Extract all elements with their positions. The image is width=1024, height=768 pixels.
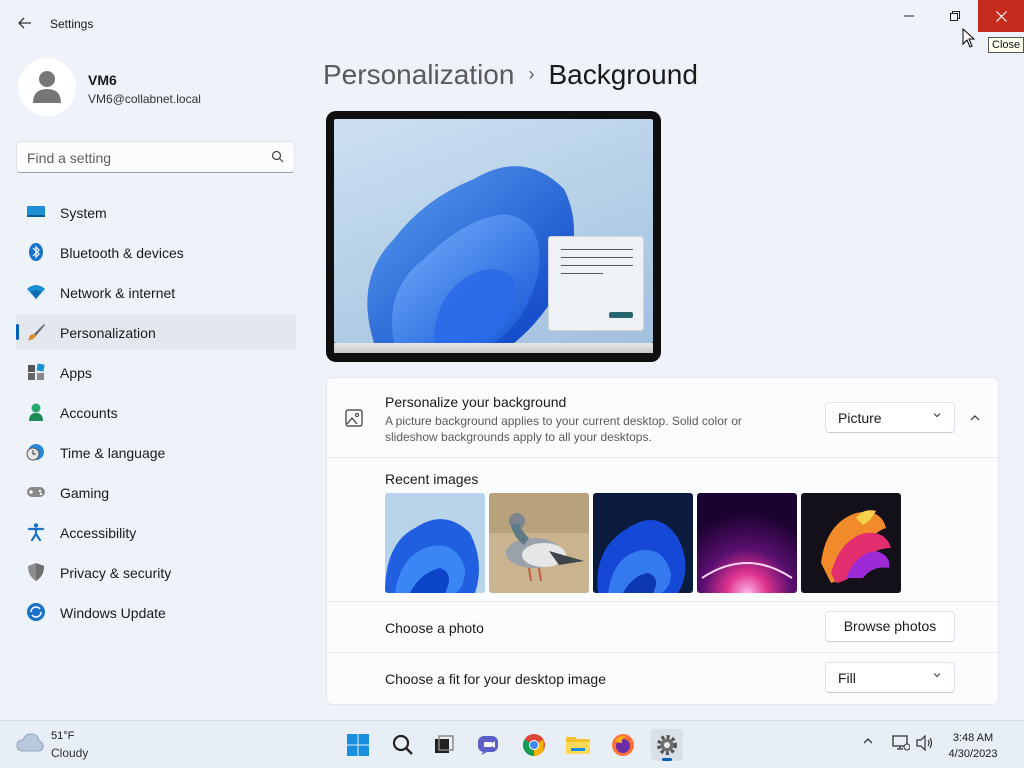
sidebar-item-label: Windows Update bbox=[60, 605, 166, 621]
back-arrow-icon[interactable] bbox=[14, 12, 36, 34]
breadcrumb-separator: › bbox=[528, 64, 535, 84]
sidebar-item-label: Network & internet bbox=[60, 285, 176, 301]
fit-title: Choose a fit for your desktop image bbox=[385, 671, 607, 687]
personalize-background-row[interactable]: Personalize your background A picture ba… bbox=[327, 378, 998, 458]
close-tooltip: Close bbox=[988, 37, 1024, 53]
accessibility-icon bbox=[26, 523, 46, 542]
accounts-icon bbox=[26, 403, 46, 421]
sidebar-item-accounts[interactable]: Accounts bbox=[16, 394, 296, 430]
recent-image-bloom-dark[interactable] bbox=[593, 493, 693, 593]
weather-condition[interactable]: Cloudy bbox=[51, 746, 88, 760]
sidebar-item-label: Bluetooth & devices bbox=[60, 245, 184, 261]
weather-cloud-icon[interactable] bbox=[16, 731, 44, 758]
app-title: Settings bbox=[50, 17, 94, 31]
sidebar-item-label: Accounts bbox=[60, 405, 118, 421]
volume-icon[interactable] bbox=[916, 734, 934, 754]
search-input[interactable]: Find a setting bbox=[16, 141, 295, 173]
time-language-icon bbox=[26, 443, 46, 461]
bluetooth-icon bbox=[26, 243, 46, 261]
browse-photos-button[interactable]: Browse photos bbox=[825, 611, 955, 642]
windows-update-icon bbox=[26, 603, 46, 621]
choose-photo-row: Choose a photo Browse photos bbox=[327, 602, 998, 653]
collapse-chevron-up-icon[interactable] bbox=[963, 407, 987, 429]
system-icon bbox=[26, 203, 46, 221]
chevron-down-icon bbox=[932, 410, 942, 423]
sidebar-item-accessibility[interactable]: Accessibility bbox=[16, 514, 296, 550]
sidebar-item-label: Gaming bbox=[60, 485, 110, 501]
sidebar-item-time-language[interactable]: Time & language bbox=[16, 434, 296, 470]
chevron-down-icon bbox=[932, 670, 942, 683]
sidebar-item-network[interactable]: Network & internet bbox=[16, 274, 296, 310]
sidebar-item-bluetooth[interactable]: Bluetooth & devices bbox=[16, 234, 296, 270]
sidebar-item-label: Personalization bbox=[60, 325, 156, 341]
recent-images-row: Recent images bbox=[327, 458, 998, 602]
fit-row: Choose a fit for your desktop image Fill bbox=[327, 653, 998, 704]
sidebar-item-privacy[interactable]: Privacy & security bbox=[16, 554, 296, 590]
preview-wallpaper bbox=[334, 119, 653, 343]
preview-window bbox=[548, 236, 644, 331]
sidebar-item-label: System bbox=[60, 205, 107, 221]
start-icon[interactable] bbox=[342, 729, 374, 761]
brush-icon bbox=[26, 323, 46, 341]
firefox-icon[interactable] bbox=[607, 729, 639, 761]
fit-value: Fill bbox=[838, 670, 856, 686]
settings-icon[interactable] bbox=[651, 729, 683, 761]
sidebar-item-gaming[interactable]: Gaming bbox=[16, 474, 296, 510]
gaming-icon bbox=[26, 483, 46, 501]
sidebar-item-label: Accessibility bbox=[60, 525, 137, 541]
sidebar-item-windows-update[interactable]: Windows Update bbox=[16, 594, 296, 630]
recent-images-title: Recent images bbox=[385, 471, 479, 487]
apps-icon bbox=[26, 363, 46, 381]
sidebar-item-system[interactable]: System bbox=[16, 194, 296, 230]
sidebar-nav: System Bluetooth & devices Network & int… bbox=[16, 194, 296, 634]
search-icon bbox=[271, 150, 284, 168]
background-type-value: Picture bbox=[838, 410, 882, 426]
chrome-icon[interactable] bbox=[518, 729, 550, 761]
recent-image-purple-glow[interactable] bbox=[697, 493, 797, 593]
mouse-cursor-icon bbox=[962, 27, 976, 53]
sidebar-item-label: Time & language bbox=[60, 445, 166, 461]
picture-icon bbox=[345, 409, 363, 432]
recent-image-abstract-ribbon[interactable] bbox=[801, 493, 901, 593]
clock-time: 3:48 AM bbox=[952, 732, 994, 744]
taskbar-clock[interactable]: 3:48 AM 4/30/2023 bbox=[940, 730, 1006, 762]
background-type-dropdown[interactable]: Picture bbox=[825, 402, 955, 433]
breadcrumb-parent[interactable]: Personalization bbox=[323, 59, 514, 90]
chevron-up-icon[interactable] bbox=[862, 735, 874, 750]
title-bar: Settings bbox=[0, 0, 1024, 48]
teams-chat-icon[interactable] bbox=[473, 729, 505, 761]
desktop-preview bbox=[326, 111, 661, 362]
task-view-icon[interactable] bbox=[428, 729, 460, 761]
wifi-icon bbox=[26, 283, 46, 301]
fit-dropdown[interactable]: Fill bbox=[825, 662, 955, 693]
user-name: VM6 bbox=[88, 72, 117, 88]
shield-icon bbox=[26, 563, 46, 581]
close-button[interactable] bbox=[978, 0, 1024, 32]
network-monitor-icon[interactable] bbox=[892, 735, 911, 754]
weather-temp[interactable]: 51°F bbox=[51, 730, 74, 742]
avatar[interactable] bbox=[18, 58, 76, 116]
file-explorer-icon[interactable] bbox=[562, 729, 594, 761]
sidebar-item-label: Privacy & security bbox=[60, 565, 172, 581]
personalize-background-description: A picture background applies to your cur… bbox=[385, 414, 742, 444]
clock-date: 4/30/2023 bbox=[948, 748, 998, 760]
recent-image-pigeon[interactable] bbox=[489, 493, 589, 593]
taskbar: 51°F Cloudy 3:48 AM 4/30/2023 bbox=[0, 720, 1024, 768]
sidebar-item-label: Apps bbox=[60, 365, 92, 381]
breadcrumb: Personalization › Background bbox=[323, 59, 698, 91]
user-email: VM6@collabnet.local bbox=[88, 92, 201, 106]
choose-photo-title: Choose a photo bbox=[385, 620, 484, 636]
sidebar-item-apps[interactable]: Apps bbox=[16, 354, 296, 390]
recent-image-bloom-light[interactable] bbox=[385, 493, 485, 593]
background-settings-card: Personalize your background A picture ba… bbox=[326, 377, 999, 705]
page-title: Background bbox=[548, 59, 698, 90]
minimize-button[interactable] bbox=[886, 0, 932, 32]
personalize-background-title: Personalize your background bbox=[385, 394, 567, 410]
search-placeholder: Find a setting bbox=[27, 150, 112, 166]
search-icon[interactable] bbox=[387, 729, 419, 761]
sidebar-item-personalization[interactable]: Personalization bbox=[16, 314, 296, 350]
